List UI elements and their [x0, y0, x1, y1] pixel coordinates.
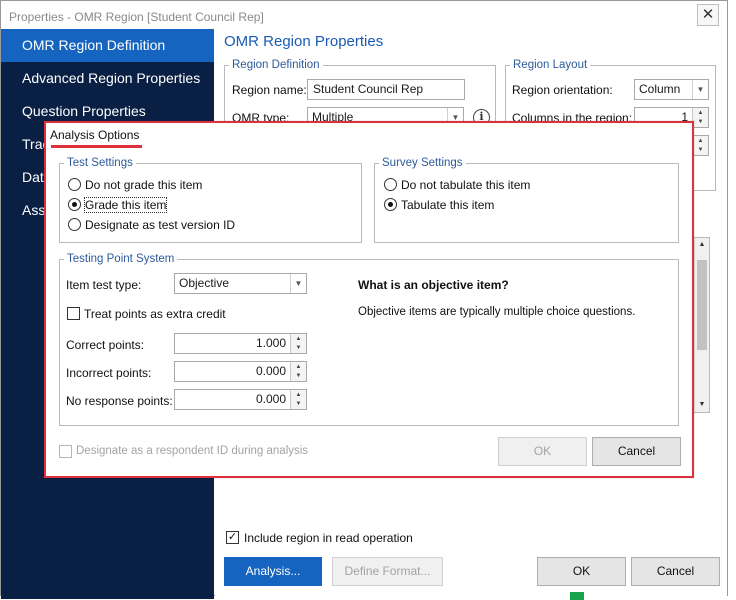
spin-down-icon[interactable]: ▼ [290, 371, 306, 381]
spin-down-icon[interactable]: ▼ [290, 343, 306, 353]
title-bar: Properties - OMR Region [Student Council… [1, 1, 727, 31]
region-layout-legend: Region Layout [513, 59, 588, 71]
sidebar-item-omr-region-definition[interactable]: OMR Region Definition [1, 29, 214, 62]
region-orientation-select[interactable]: Column ▼ [634, 79, 709, 100]
radio-selected-dot [72, 202, 77, 207]
do-not-tabulate-label: Do not tabulate this item [401, 178, 531, 192]
scrollbar-thumb[interactable] [697, 260, 707, 350]
radio-tabulate[interactable] [384, 198, 397, 211]
cancel-button[interactable]: Cancel [631, 557, 720, 586]
extra-credit-label: Treat points as extra credit [84, 307, 226, 321]
item-test-type-value: Objective [179, 276, 230, 290]
close-icon[interactable]: ✕ [697, 4, 719, 26]
do-not-grade-label: Do not grade this item [85, 178, 203, 192]
correct-points-value: 1.000 [255, 336, 286, 350]
correct-points-label: Correct points: [66, 338, 145, 352]
region-orientation-value: Column [639, 82, 681, 96]
item-test-type-label: Item test type: [66, 278, 142, 292]
window-title: Properties - OMR Region [Student Council… [9, 10, 264, 24]
survey-settings-legend: Survey Settings [382, 157, 463, 169]
analysis-button[interactable]: Analysis... [224, 557, 322, 586]
ok-button[interactable]: OK [537, 557, 626, 586]
radio-grade-item[interactable] [68, 198, 81, 211]
respondent-id-label: Designate as a respondent ID during anal… [76, 445, 309, 457]
sidebar-item-advanced-region-properties[interactable]: Advanced Region Properties [1, 62, 214, 95]
incorrect-points-label: Incorrect points: [66, 366, 152, 380]
spin-down-icon[interactable]: ▼ [692, 117, 708, 127]
radio-selected-dot [388, 202, 393, 207]
tabulate-label: Tabulate this item [401, 198, 495, 212]
title-highlight [51, 145, 142, 148]
test-settings-legend: Test Settings [67, 157, 133, 169]
no-response-points-value: 0.000 [255, 392, 286, 406]
radio-do-not-tabulate[interactable] [384, 178, 397, 191]
extra-credit-checkbox[interactable] [67, 307, 80, 320]
region-name-input[interactable]: Student Council Rep [307, 79, 465, 100]
respondent-id-checkbox[interactable] [59, 445, 72, 458]
radio-test-version-id[interactable] [68, 218, 81, 231]
correct-points-stepper[interactable]: 1.000 ▲ ▼ [174, 333, 307, 354]
info-text: Objective items are typically multiple c… [358, 306, 636, 318]
dialog-cancel-button[interactable]: Cancel [592, 437, 681, 466]
dialog-title: Analysis Options [50, 128, 140, 142]
no-response-points-stepper[interactable]: 0.000 ▲ ▼ [174, 389, 307, 410]
analysis-options-dialog: Analysis Options Test Settings Do not gr… [44, 121, 694, 478]
page-title: OMR Region Properties [224, 33, 384, 50]
scrollbar[interactable]: ▲ ▼ [694, 238, 709, 412]
item-test-type-select[interactable]: Objective ▼ [174, 273, 307, 294]
info-heading: What is an objective item? [358, 278, 509, 292]
incorrect-points-stepper[interactable]: 0.000 ▲ ▼ [174, 361, 307, 382]
properties-list[interactable]: ▲ ▼ [693, 237, 710, 413]
incorrect-points-value: 0.000 [255, 364, 286, 378]
chevron-down-icon: ▼ [290, 274, 306, 293]
test-version-id-label: Designate as test version ID [85, 218, 236, 232]
radio-do-not-grade[interactable] [68, 178, 81, 191]
spin-down-icon[interactable]: ▼ [290, 399, 306, 409]
spin-down-icon[interactable]: ▼ [692, 145, 708, 155]
dialog-ok-button[interactable]: OK [498, 437, 587, 466]
region-name-label: Region name: [232, 83, 307, 97]
scroll-up-icon[interactable]: ▲ [695, 238, 709, 252]
grade-item-label: Grade this item [83, 197, 168, 213]
include-region-checkbox[interactable]: ✓ [226, 531, 239, 544]
include-region-label: Include region in read operation [244, 531, 413, 545]
testing-point-system-legend: Testing Point System [67, 253, 175, 265]
scroll-down-icon[interactable]: ▼ [695, 398, 709, 412]
region-definition-legend: Region Definition [232, 59, 320, 71]
define-format-button[interactable]: Define Format... [332, 557, 443, 586]
status-indicator [570, 592, 584, 600]
no-response-points-label: No response points: [66, 394, 173, 408]
chevron-down-icon: ▼ [692, 80, 708, 99]
region-orientation-label: Region orientation: [512, 83, 613, 97]
